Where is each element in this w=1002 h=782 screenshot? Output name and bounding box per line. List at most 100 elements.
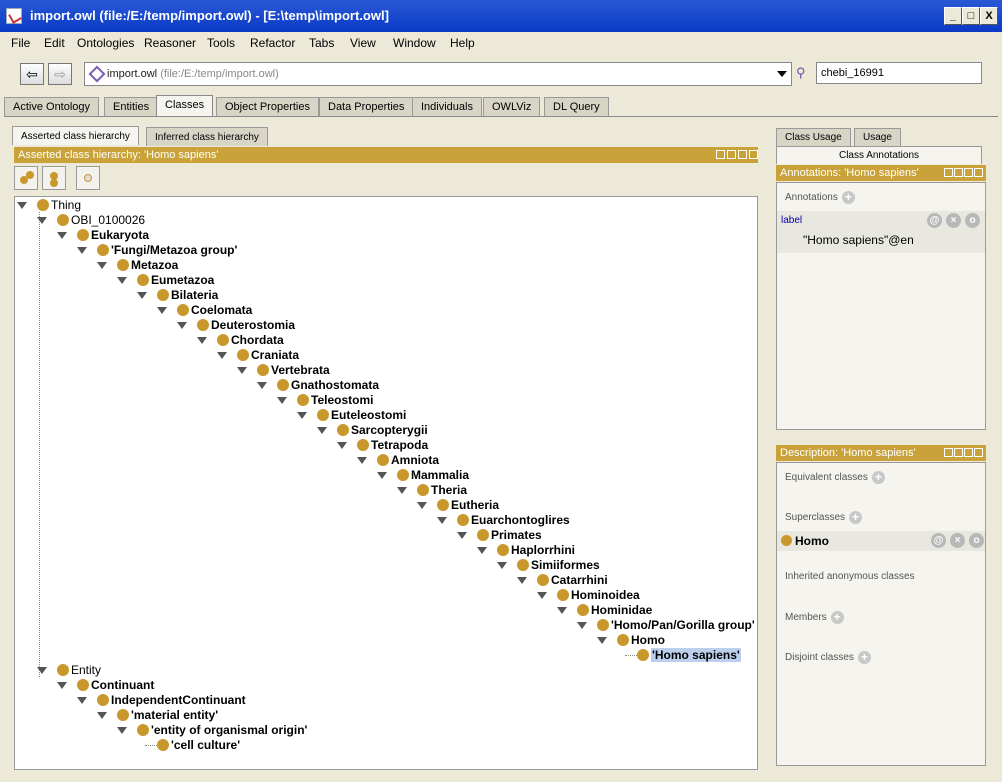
- class-label[interactable]: 'entity of organismal origin': [151, 723, 307, 737]
- expand-toggle-icon[interactable]: [177, 322, 187, 329]
- menu-window[interactable]: Window: [393, 36, 436, 50]
- expand-toggle-icon[interactable]: [577, 622, 587, 629]
- tab-inferred-hierarchy[interactable]: Inferred class hierarchy: [146, 127, 268, 146]
- class-label[interactable]: Eukaryota: [91, 228, 149, 242]
- view-split-icon[interactable]: [716, 150, 725, 159]
- expand-toggle-icon[interactable]: [597, 637, 607, 644]
- delete-class-button[interactable]: [76, 166, 100, 190]
- tab-owlviz[interactable]: OWLViz: [483, 97, 541, 117]
- expand-toggle-icon[interactable]: [117, 727, 127, 734]
- expand-toggle-icon[interactable]: [537, 592, 547, 599]
- expand-toggle-icon[interactable]: [297, 412, 307, 419]
- add-sibling-class-button[interactable]: [42, 166, 66, 190]
- expand-toggle-icon[interactable]: [77, 247, 87, 254]
- view-minimize-icon[interactable]: [954, 168, 963, 177]
- close-button[interactable]: X: [980, 7, 998, 25]
- annotate-icon[interactable]: @: [931, 533, 946, 548]
- edit-icon[interactable]: o: [969, 533, 984, 548]
- expand-toggle-icon[interactable]: [417, 502, 427, 509]
- class-label[interactable]: 'Fungi/Metazoa group': [111, 243, 237, 257]
- class-label[interactable]: Vertebrata: [271, 363, 330, 377]
- class-label[interactable]: Deuterostomia: [211, 318, 295, 332]
- tab-classes[interactable]: Classes: [156, 95, 214, 117]
- class-label[interactable]: Coelomata: [191, 303, 252, 317]
- class-label[interactable]: Metazoa: [131, 258, 178, 272]
- class-label[interactable]: Hominoidea: [571, 588, 640, 602]
- back-button[interactable]: ⇦: [20, 63, 44, 85]
- view-float-icon[interactable]: [964, 448, 973, 457]
- expand-toggle-icon[interactable]: [97, 712, 107, 719]
- expand-toggle-icon[interactable]: [57, 682, 67, 689]
- class-label[interactable]: Euteleostomi: [331, 408, 406, 422]
- expand-toggle-icon[interactable]: [117, 277, 127, 284]
- class-label[interactable]: IndependentContinuant: [111, 693, 246, 707]
- view-close-icon[interactable]: [749, 150, 758, 159]
- class-label[interactable]: Entity: [71, 663, 101, 677]
- expand-toggle-icon[interactable]: [277, 397, 287, 404]
- view-split-icon[interactable]: [944, 448, 953, 457]
- add-subclass-button[interactable]: [14, 166, 38, 190]
- class-label[interactable]: OBI_0100026: [71, 213, 145, 227]
- menu-file[interactable]: File: [11, 36, 30, 50]
- menu-view[interactable]: View: [350, 36, 376, 50]
- class-label[interactable]: Haplorrhini: [511, 543, 575, 557]
- add-member-icon[interactable]: +: [830, 611, 844, 624]
- annotate-icon[interactable]: @: [927, 213, 942, 228]
- tab-class-annotations[interactable]: Class Annotations: [776, 146, 982, 164]
- menu-help[interactable]: Help: [450, 36, 475, 50]
- tab-usage[interactable]: Usage: [854, 128, 901, 146]
- delete-icon[interactable]: ×: [946, 213, 961, 228]
- class-label[interactable]: Eutheria: [451, 498, 499, 512]
- expand-toggle-icon[interactable]: [97, 262, 107, 269]
- tab-entities[interactable]: Entities: [104, 97, 159, 117]
- class-label[interactable]: Sarcopterygii: [351, 423, 428, 437]
- menu-reasoner[interactable]: Reasoner: [144, 36, 196, 50]
- annotation-row[interactable]: label "Homo sapiens"@en @ × o: [777, 211, 985, 253]
- tab-asserted-hierarchy[interactable]: Asserted class hierarchy: [12, 126, 139, 145]
- expand-toggle-icon[interactable]: [57, 232, 67, 239]
- expand-toggle-icon[interactable]: [357, 457, 367, 464]
- tab-class-usage[interactable]: Class Usage: [776, 128, 851, 146]
- entity-search-input[interactable]: chebi_16991: [816, 62, 982, 84]
- class-label[interactable]: Craniata: [251, 348, 299, 362]
- add-equivalent-icon[interactable]: +: [871, 471, 885, 484]
- class-label[interactable]: Euarchontoglires: [471, 513, 570, 527]
- class-label[interactable]: Theria: [431, 483, 467, 497]
- view-close-icon[interactable]: [974, 448, 983, 457]
- expand-toggle-icon[interactable]: [397, 487, 407, 494]
- view-minimize-icon[interactable]: [727, 150, 736, 159]
- expand-toggle-icon[interactable]: [217, 352, 227, 359]
- expand-toggle-icon[interactable]: [37, 667, 47, 674]
- view-float-icon[interactable]: [964, 168, 973, 177]
- class-label[interactable]: Chordata: [231, 333, 284, 347]
- edit-icon[interactable]: o: [965, 213, 980, 228]
- expand-toggle-icon[interactable]: [157, 307, 167, 314]
- expand-toggle-icon[interactable]: [497, 562, 507, 569]
- expand-toggle-icon[interactable]: [17, 202, 27, 209]
- class-label[interactable]: Tetrapoda: [371, 438, 428, 452]
- expand-toggle-icon[interactable]: [477, 547, 487, 554]
- forward-button[interactable]: ⇨: [48, 63, 72, 85]
- class-label[interactable]: Amniota: [391, 453, 439, 467]
- tab-dl-query[interactable]: DL Query: [544, 97, 609, 117]
- menu-tools[interactable]: Tools: [207, 36, 235, 50]
- tab-individuals[interactable]: Individuals: [412, 97, 482, 117]
- class-label[interactable]: 'material entity': [131, 708, 218, 722]
- class-label[interactable]: Gnathostomata: [291, 378, 379, 392]
- superclass-row[interactable]: Homo @ × o: [777, 531, 985, 551]
- view-close-icon[interactable]: [974, 168, 983, 177]
- expand-toggle-icon[interactable]: [337, 442, 347, 449]
- minimize-button[interactable]: _: [944, 7, 962, 25]
- class-label[interactable]: Thing: [51, 198, 81, 212]
- selected-class-label[interactable]: 'Homo sapiens': [651, 648, 741, 662]
- expand-toggle-icon[interactable]: [457, 532, 467, 539]
- expand-toggle-icon[interactable]: [137, 292, 147, 299]
- class-tree[interactable]: Thing OBI_0100026 Eukaryota 'Fungi/Metazoa …: [14, 196, 758, 770]
- class-label[interactable]: Catarrhini: [551, 573, 608, 587]
- class-label[interactable]: Mammalia: [411, 468, 469, 482]
- class-label[interactable]: Homo: [631, 633, 665, 647]
- menu-ontologies[interactable]: Ontologies: [77, 36, 134, 50]
- menu-refactor[interactable]: Refactor: [250, 36, 295, 50]
- add-annotation-icon[interactable]: +: [841, 191, 855, 204]
- expand-toggle-icon[interactable]: [237, 367, 247, 374]
